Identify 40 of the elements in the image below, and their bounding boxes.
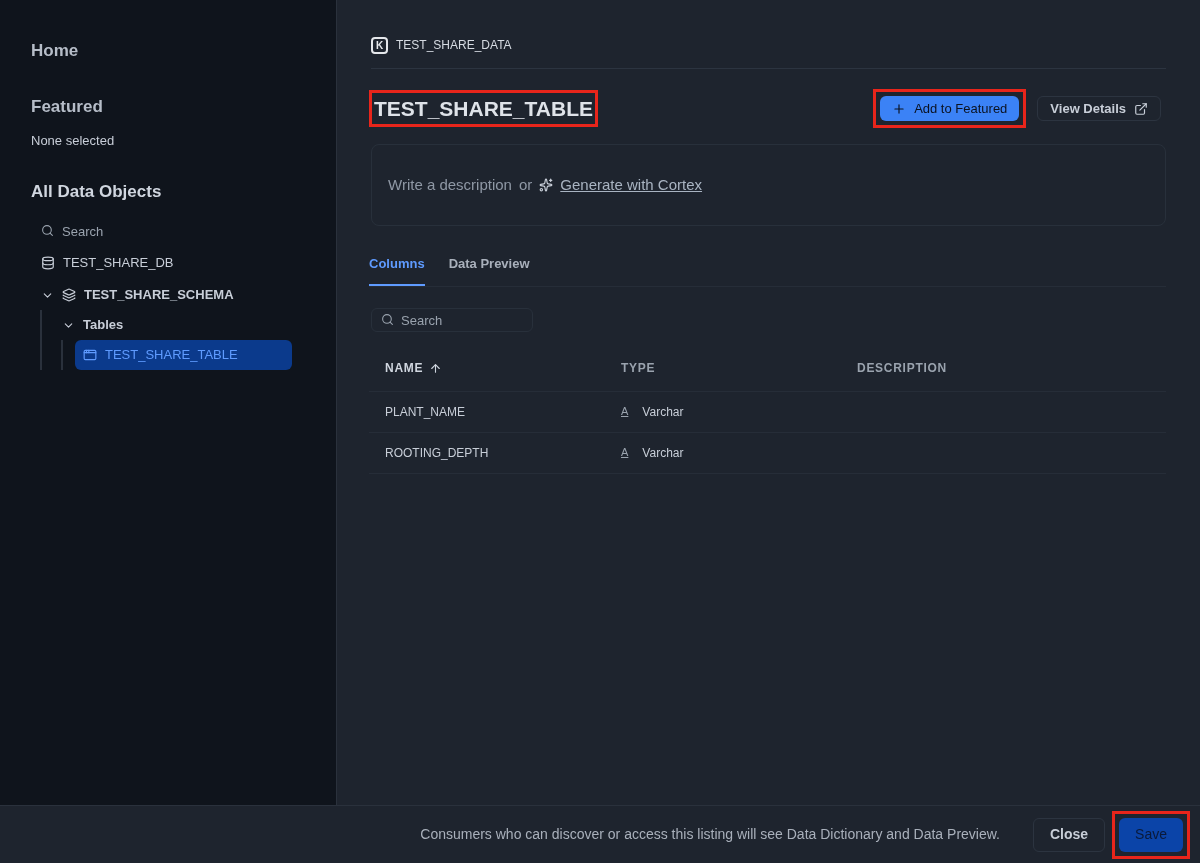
column-header[interactable]: NAME xyxy=(385,359,621,377)
footer-button[interactable]: Close xyxy=(1032,817,1106,852)
tab[interactable]: Data Preview xyxy=(448,254,530,286)
description-prompt[interactable]: Write a description xyxy=(388,173,512,197)
tree-item[interactable]: TEST_SHARE_DB xyxy=(33,248,336,278)
table-cell-text: Varchar xyxy=(642,444,684,462)
table-cell-text: Varchar xyxy=(642,403,684,421)
column-header[interactable]: DESCRIPTION xyxy=(857,359,1150,377)
tree-item[interactable]: Tables xyxy=(54,310,336,340)
table-cell-text: PLANT_NAME xyxy=(385,403,467,421)
footer-note: Consumers who can discover or access this listing will see Data Dictionary and Data Preview. xyxy=(420,825,1000,844)
tree-item[interactable]: TEST_SHARE_TABLE xyxy=(75,340,292,370)
text-type-icon: A xyxy=(621,403,629,420)
page-title: TEST_SHARE_TABLE xyxy=(374,95,593,122)
action-button[interactable]: Add to Featured xyxy=(880,96,1020,121)
breadcrumb-text[interactable]: TEST_SHARE_DATA xyxy=(396,36,512,54)
app-badge: K xyxy=(371,36,388,54)
generate-link[interactable]: Generate with Cortex xyxy=(560,173,703,197)
external-link-icon xyxy=(1134,101,1148,116)
featured-value: None selected xyxy=(31,132,116,150)
window-icon xyxy=(83,348,97,362)
plus-icon xyxy=(892,101,907,116)
table-cell-text: ROOTING_DEPTH xyxy=(385,444,490,462)
action-button[interactable]: View Details xyxy=(1037,96,1161,121)
tree-search-field[interactable]: Search xyxy=(33,216,233,246)
cylinder-icon xyxy=(41,256,55,270)
tab[interactable]: Columns xyxy=(369,254,425,286)
sparkle-icon xyxy=(539,178,554,192)
home-link[interactable]: Home xyxy=(31,38,336,64)
text-type-icon: A xyxy=(621,444,629,461)
section-title: All Data Objects xyxy=(31,180,163,203)
sort-arrow-icon[interactable] xyxy=(429,361,443,375)
column-header[interactable]: TYPE xyxy=(621,359,857,377)
search-icon xyxy=(381,312,394,326)
search-icon xyxy=(41,224,54,237)
schema-icon xyxy=(62,288,76,302)
section-title: Featured xyxy=(31,95,104,118)
tree-item[interactable]: TEST_SHARE_SCHEMA xyxy=(33,280,336,310)
column-search-field[interactable]: Search xyxy=(371,308,533,332)
or-text: or xyxy=(518,174,533,195)
